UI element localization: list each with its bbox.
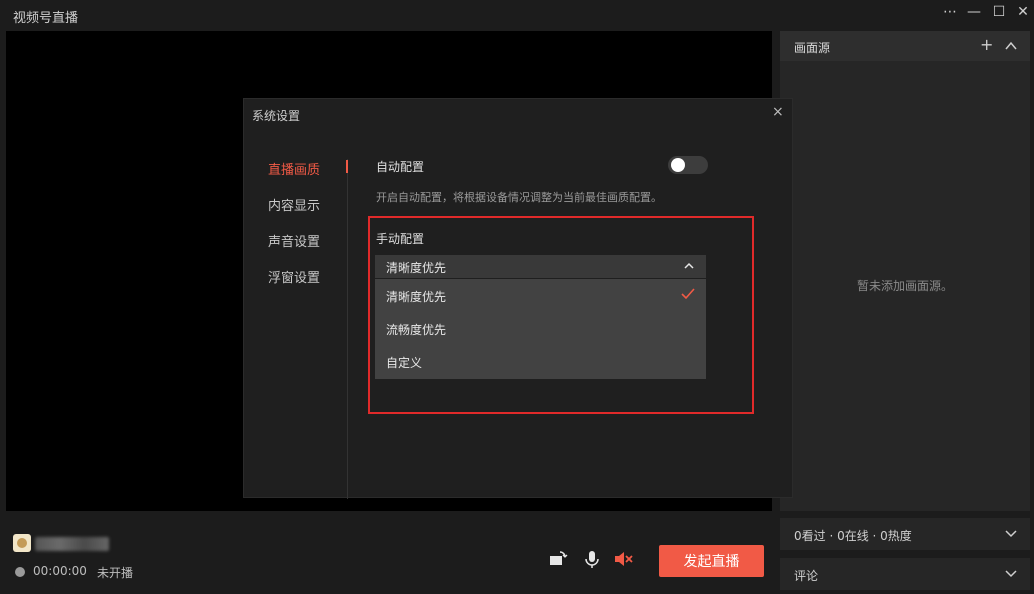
quality-select[interactable]: 清晰度优先 xyxy=(375,255,706,278)
sources-panel: 画面源 + 暂未添加画面源。 xyxy=(780,31,1030,511)
chevron-down-icon[interactable] xyxy=(1004,568,1018,580)
checkmark-icon xyxy=(681,288,695,300)
auto-config-label: 自动配置 xyxy=(376,160,425,174)
nav-content-display[interactable]: 内容显示 xyxy=(268,195,320,214)
toggle-knob xyxy=(671,158,685,172)
option-smooth-first[interactable]: 流畅度优先 xyxy=(375,312,706,345)
title-bar: 视频号直播 ⋯ — ☐ ✕ xyxy=(0,0,1034,28)
option-clarity-first[interactable]: 清晰度优先 xyxy=(375,279,706,312)
option-custom[interactable]: 自定义 xyxy=(375,345,706,378)
clock-icon xyxy=(15,567,25,577)
nav-quality[interactable]: 直播画质 xyxy=(268,159,320,178)
stats-text: 0看过 · 0在线 · 0热度 xyxy=(794,529,912,543)
start-live-button[interactable]: 发起直播 xyxy=(659,545,764,577)
sources-header: 画面源 + xyxy=(780,31,1030,61)
nav-sound-settings[interactable]: 声音设置 xyxy=(268,231,320,250)
quality-dropdown: 清晰度优先 流畅度优先 自定义 xyxy=(375,279,706,379)
comments-box[interactable]: 评论 xyxy=(780,558,1030,590)
comments-label: 评论 xyxy=(794,569,819,583)
dialog-title: 系统设置 xyxy=(252,109,301,123)
close-icon[interactable]: × xyxy=(772,104,784,120)
quality-select-value: 清晰度优先 xyxy=(386,261,447,275)
auto-config-description: 开启自动配置，将根据设备情况调整为当前最佳画质配置。 xyxy=(376,191,662,204)
chevron-up-icon xyxy=(684,262,694,269)
option-label: 清晰度优先 xyxy=(386,290,447,304)
option-label: 流畅度优先 xyxy=(386,323,447,337)
add-source-icon[interactable]: + xyxy=(980,35,993,54)
sources-title: 画面源 xyxy=(794,41,831,55)
live-duration: 00:00:00 xyxy=(33,564,87,578)
sources-empty-text: 暂未添加画面源。 xyxy=(856,279,953,293)
settings-dialog: 系统设置 × 直播画质 内容显示 声音设置 浮窗设置 自动配置 开启自动配置，将… xyxy=(243,98,793,499)
stats-box[interactable]: 0看过 · 0在线 · 0热度 xyxy=(780,518,1030,550)
manual-config-label: 手动配置 xyxy=(376,232,425,246)
minimize-icon[interactable]: — xyxy=(963,3,985,21)
option-label: 自定义 xyxy=(386,356,423,370)
rotate-screen-icon[interactable] xyxy=(548,549,568,569)
nav-float-window[interactable]: 浮窗设置 xyxy=(268,267,320,286)
nav-active-marker xyxy=(346,160,348,173)
ellipsis-icon[interactable]: ⋯ xyxy=(939,3,961,21)
collapse-up-icon[interactable] xyxy=(1004,39,1018,53)
speaker-muted-icon[interactable] xyxy=(613,549,633,569)
nav-divider xyxy=(347,159,348,499)
app-title: 视频号直播 xyxy=(13,11,79,26)
streamer-name-blurred xyxy=(35,537,109,551)
maximize-icon[interactable]: ☐ xyxy=(988,3,1010,21)
live-status: 未开播 xyxy=(97,566,134,580)
avatar[interactable] xyxy=(13,534,31,552)
microphone-icon[interactable] xyxy=(582,549,602,569)
auto-config-toggle[interactable] xyxy=(668,156,708,174)
close-icon[interactable]: ✕ xyxy=(1012,3,1034,21)
chevron-down-icon[interactable] xyxy=(1004,528,1018,540)
